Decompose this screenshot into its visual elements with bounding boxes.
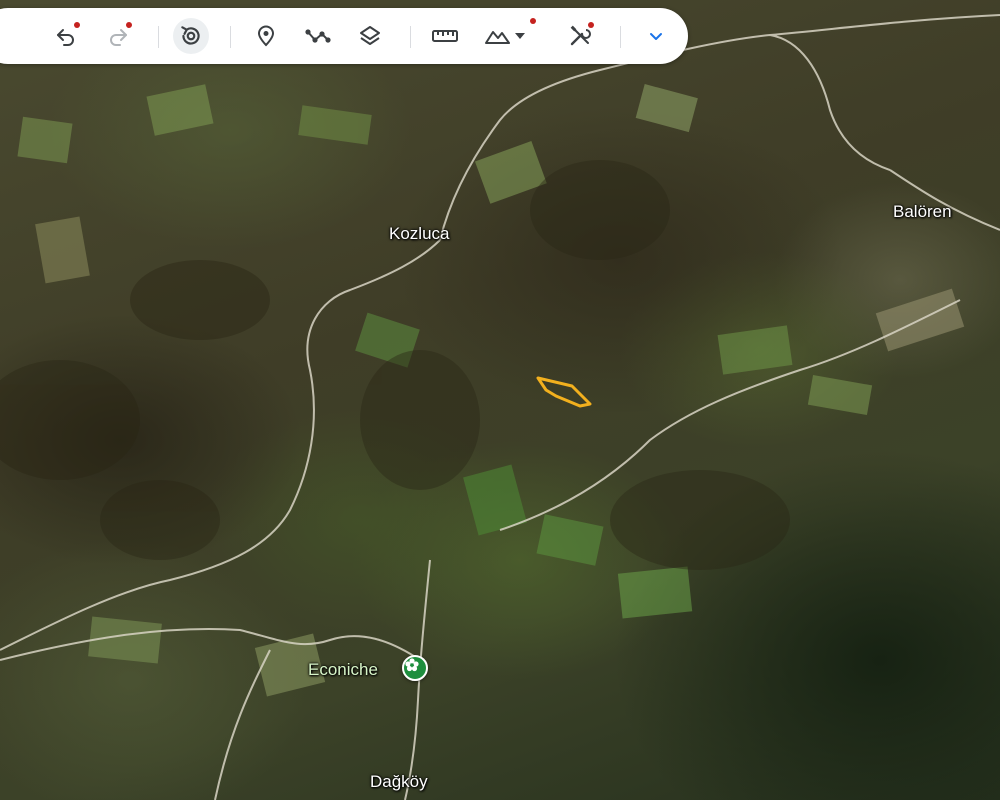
toolbar-separator (410, 26, 411, 48)
toolbar-separator (620, 26, 621, 48)
caret-down-icon (515, 33, 525, 39)
toolbar-separator (158, 26, 159, 48)
place-label-dagkoy[interactable]: Dağköy (370, 772, 428, 792)
measure-button[interactable] (427, 18, 463, 54)
draw-path-button[interactable] (300, 18, 336, 54)
notification-dot (530, 18, 536, 24)
place-label-kozluca[interactable]: Kozluca (389, 224, 449, 244)
tools-button[interactable] (562, 18, 598, 54)
toolbar-separator (230, 26, 231, 48)
map-overlay (0, 14, 1000, 800)
place-label-econiche[interactable]: Econiche (308, 660, 378, 680)
notification-dot (74, 22, 80, 28)
flower-icon (405, 658, 419, 672)
layers-icon (360, 26, 380, 45)
add-placemark-button[interactable] (248, 18, 284, 54)
terrain-dropdown-button[interactable] (510, 18, 536, 54)
history-button[interactable] (173, 18, 209, 54)
undo-icon (57, 29, 74, 46)
satellite-map[interactable]: Kozluca Balören Econiche Dağköy (0, 0, 1000, 800)
map-pin-icon (257, 25, 275, 47)
collapse-toolbar-button[interactable] (638, 18, 674, 54)
history-icon (181, 26, 200, 45)
notification-dot (588, 22, 594, 28)
map-toolbar (0, 8, 688, 64)
path-icon (305, 29, 331, 43)
chevron-down-icon (650, 33, 662, 40)
undo-button[interactable] (48, 18, 84, 54)
terrain-icon (485, 31, 510, 44)
tools-icon (570, 25, 591, 46)
notification-dot (126, 22, 132, 28)
place-label-baloren[interactable]: Balören (893, 202, 952, 222)
highlighted-area-outline (536, 376, 592, 408)
redo-button[interactable] (100, 18, 136, 54)
poi-marker-econiche[interactable] (402, 655, 428, 681)
redo-icon (110, 29, 127, 46)
ruler-icon (432, 30, 458, 42)
layers-button[interactable] (352, 18, 388, 54)
